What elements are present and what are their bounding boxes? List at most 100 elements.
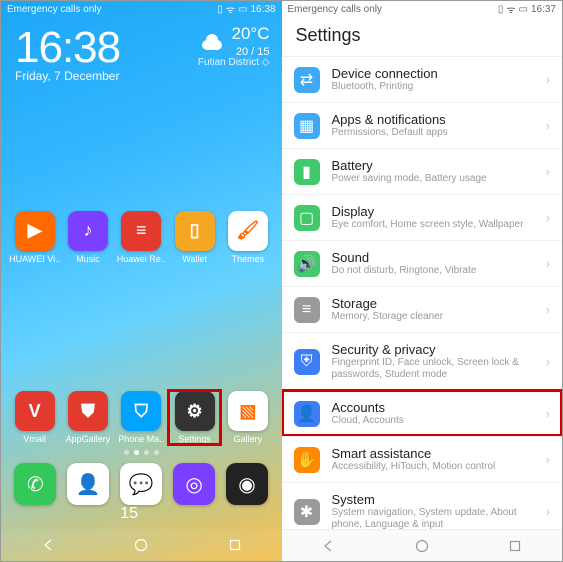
app-vmall[interactable]: V Vmall bbox=[9, 391, 60, 444]
settings-row-accounts[interactable]: 👤AccountsCloud, Accounts› bbox=[282, 390, 563, 436]
app-gallery[interactable]: ▧Gallery bbox=[222, 391, 273, 444]
nav-back-button[interactable] bbox=[33, 535, 63, 555]
app-grid-row-1: ▶ HUAWEI Vi..♪Music≡ Huawei Re.. ▯ Wallet 🖌Th… bbox=[1, 205, 282, 264]
row-text: SystemSystem navigation, System update, … bbox=[332, 492, 534, 529]
row-title: Battery bbox=[332, 158, 534, 173]
chevron-right-icon: › bbox=[546, 164, 550, 179]
nav-home-button[interactable] bbox=[126, 535, 156, 555]
app-icon: ♪ bbox=[68, 211, 108, 251]
app-icon: ▯ bbox=[175, 211, 215, 251]
settings-row-smart-assistance[interactable]: ✋Smart assistanceAccessibility, HiTouch,… bbox=[282, 436, 563, 482]
row-title: Smart assistance bbox=[332, 446, 534, 461]
phone-icon: ✆ bbox=[14, 463, 56, 505]
app-icon: V bbox=[15, 391, 55, 431]
battery-icon: ▭ bbox=[519, 4, 528, 15]
chevron-right-icon: › bbox=[546, 354, 550, 369]
page-indicator[interactable] bbox=[1, 444, 282, 459]
camera-icon: ◉ bbox=[226, 463, 268, 505]
weather-widget[interactable]: 20°C 20 / 15 bbox=[200, 23, 270, 59]
row-title: Security & privacy bbox=[332, 342, 534, 357]
dock-browser[interactable]: ◎ bbox=[173, 463, 215, 523]
navbar-right bbox=[282, 529, 563, 561]
row-subtitle: Do not disturb, Ringtone, Vibrate bbox=[332, 265, 534, 277]
app-label: Themes bbox=[232, 254, 265, 264]
settings-row-security-privacy[interactable]: ⛨Security & privacyFingerprint ID, Face … bbox=[282, 332, 563, 390]
app-huawei-re-[interactable]: ≡ Huawei Re.. bbox=[116, 211, 167, 264]
clock-date: Friday, 7 December bbox=[15, 69, 268, 83]
chevron-right-icon: › bbox=[546, 452, 550, 467]
browser-icon: ◎ bbox=[173, 463, 215, 505]
settings-list[interactable]: ⇄Device connectionBluetooth, Printing› ▦ A… bbox=[282, 56, 563, 529]
row-subtitle: System navigation, System update, About … bbox=[332, 507, 534, 529]
row-icon: ✋ bbox=[294, 447, 320, 473]
status-text: Emergency calls only bbox=[288, 4, 382, 15]
dock-messages[interactable]: 💬15 bbox=[120, 463, 162, 523]
row-icon: ▦ bbox=[294, 113, 320, 139]
messages-icon: 💬 bbox=[120, 463, 162, 505]
app-icon: ⛊ bbox=[68, 391, 108, 431]
row-icon: ▮ bbox=[294, 159, 320, 185]
status-icons: ▯ ᯤ ▭ 16:38 bbox=[217, 2, 275, 16]
row-text: AccountsCloud, Accounts bbox=[332, 400, 534, 427]
app-appgallery[interactable]: ⛊AppGallery bbox=[62, 391, 113, 444]
app-icon: ⚙ bbox=[175, 391, 215, 431]
app-label: Gallery bbox=[234, 434, 263, 444]
row-title: Accounts bbox=[332, 400, 534, 415]
app-huawei-vi-[interactable]: ▶ HUAWEI Vi.. bbox=[9, 211, 60, 264]
row-text: Security & privacyFingerprint ID, Face u… bbox=[332, 342, 534, 381]
settings-row-system[interactable]: ✱ SystemSystem navigation, System update,… bbox=[282, 482, 563, 529]
app-phone-ma-[interactable]: ⛉Phone Ma.. bbox=[116, 391, 167, 444]
app-settings[interactable]: ⚙ Settings bbox=[169, 391, 220, 444]
row-icon: ≡ bbox=[294, 297, 320, 323]
row-icon: ▢ bbox=[294, 205, 320, 231]
dock-contacts[interactable]: 👤 bbox=[67, 463, 109, 523]
settings-row-battery[interactable]: ▮ BatteryPower saving mode, Battery usage… bbox=[282, 148, 563, 194]
nav-recent-button[interactable] bbox=[500, 536, 530, 556]
contacts-icon: 👤 bbox=[67, 463, 109, 505]
nav-recent-button[interactable] bbox=[220, 535, 250, 555]
row-text: SoundDo not disturb, Ringtone, Vibrate bbox=[332, 250, 534, 277]
row-icon: ⇄ bbox=[294, 67, 320, 93]
app-themes[interactable]: 🖌Themes bbox=[222, 211, 273, 264]
page-title: Settings bbox=[282, 17, 563, 56]
wifi-icon: ᯤ bbox=[226, 2, 235, 16]
row-title: Sound bbox=[332, 250, 534, 265]
statusbar-right: Emergency calls only ▯ ᯤ ▭ 16:37 bbox=[282, 1, 563, 17]
row-text: Apps & notificationsPermissions, Default… bbox=[332, 112, 534, 139]
settings-row-device-connection[interactable]: ⇄Device connectionBluetooth, Printing› bbox=[282, 56, 563, 102]
app-icon: ⛉ bbox=[121, 391, 161, 431]
vibrate-icon: ▯ bbox=[498, 4, 504, 15]
app-label: HUAWEI Vi.. bbox=[9, 254, 60, 264]
row-subtitle: Eye comfort, Home screen style, Wallpape… bbox=[332, 219, 534, 231]
chevron-right-icon: › bbox=[546, 504, 550, 519]
chevron-right-icon: › bbox=[546, 118, 550, 133]
row-subtitle: Power saving mode, Battery usage bbox=[332, 173, 534, 185]
app-music[interactable]: ♪Music bbox=[62, 211, 113, 264]
status-icons: ▯ ᯤ ▭ 16:37 bbox=[498, 2, 556, 16]
nav-home-button[interactable] bbox=[407, 536, 437, 556]
dock-phone[interactable]: ✆ bbox=[14, 463, 56, 523]
row-subtitle: Fingerprint ID, Face unlock, Screen lock… bbox=[332, 357, 534, 381]
settings-row-apps-notifications[interactable]: ▦ Apps & notificationsPermissions, Defaul… bbox=[282, 102, 563, 148]
dock-camera[interactable]: ◉ bbox=[226, 463, 268, 523]
app-wallet[interactable]: ▯ Wallet bbox=[169, 211, 220, 264]
nav-back-button[interactable] bbox=[313, 536, 343, 556]
chevron-right-icon: › bbox=[546, 406, 550, 421]
app-icon: ▶ bbox=[15, 211, 55, 251]
vibrate-icon: ▯ bbox=[217, 4, 223, 15]
app-label: Wallet bbox=[182, 254, 207, 264]
app-label: Huawei Re.. bbox=[117, 254, 166, 264]
app-icon: ≡ bbox=[121, 211, 161, 251]
app-label: Settings bbox=[178, 434, 211, 444]
settings-row-sound[interactable]: 🔊SoundDo not disturb, Ringtone, Vibrate› bbox=[282, 240, 563, 286]
settings-row-display[interactable]: ▢ DisplayEye comfort, Home screen style, … bbox=[282, 194, 563, 240]
app-label: Vmall bbox=[23, 434, 46, 444]
row-text: DisplayEye comfort, Home screen style, W… bbox=[332, 204, 534, 231]
row-subtitle: Memory, Storage cleaner bbox=[332, 311, 534, 323]
row-icon: ✱ bbox=[294, 499, 320, 525]
status-text: Emergency calls only bbox=[7, 4, 101, 15]
settings-row-storage[interactable]: ≡StorageMemory, Storage cleaner› bbox=[282, 286, 563, 332]
row-title: Display bbox=[332, 204, 534, 219]
row-icon: 🔊 bbox=[294, 251, 320, 277]
dock: ✆ 👤 💬15 ◎ ◉ bbox=[1, 459, 282, 529]
